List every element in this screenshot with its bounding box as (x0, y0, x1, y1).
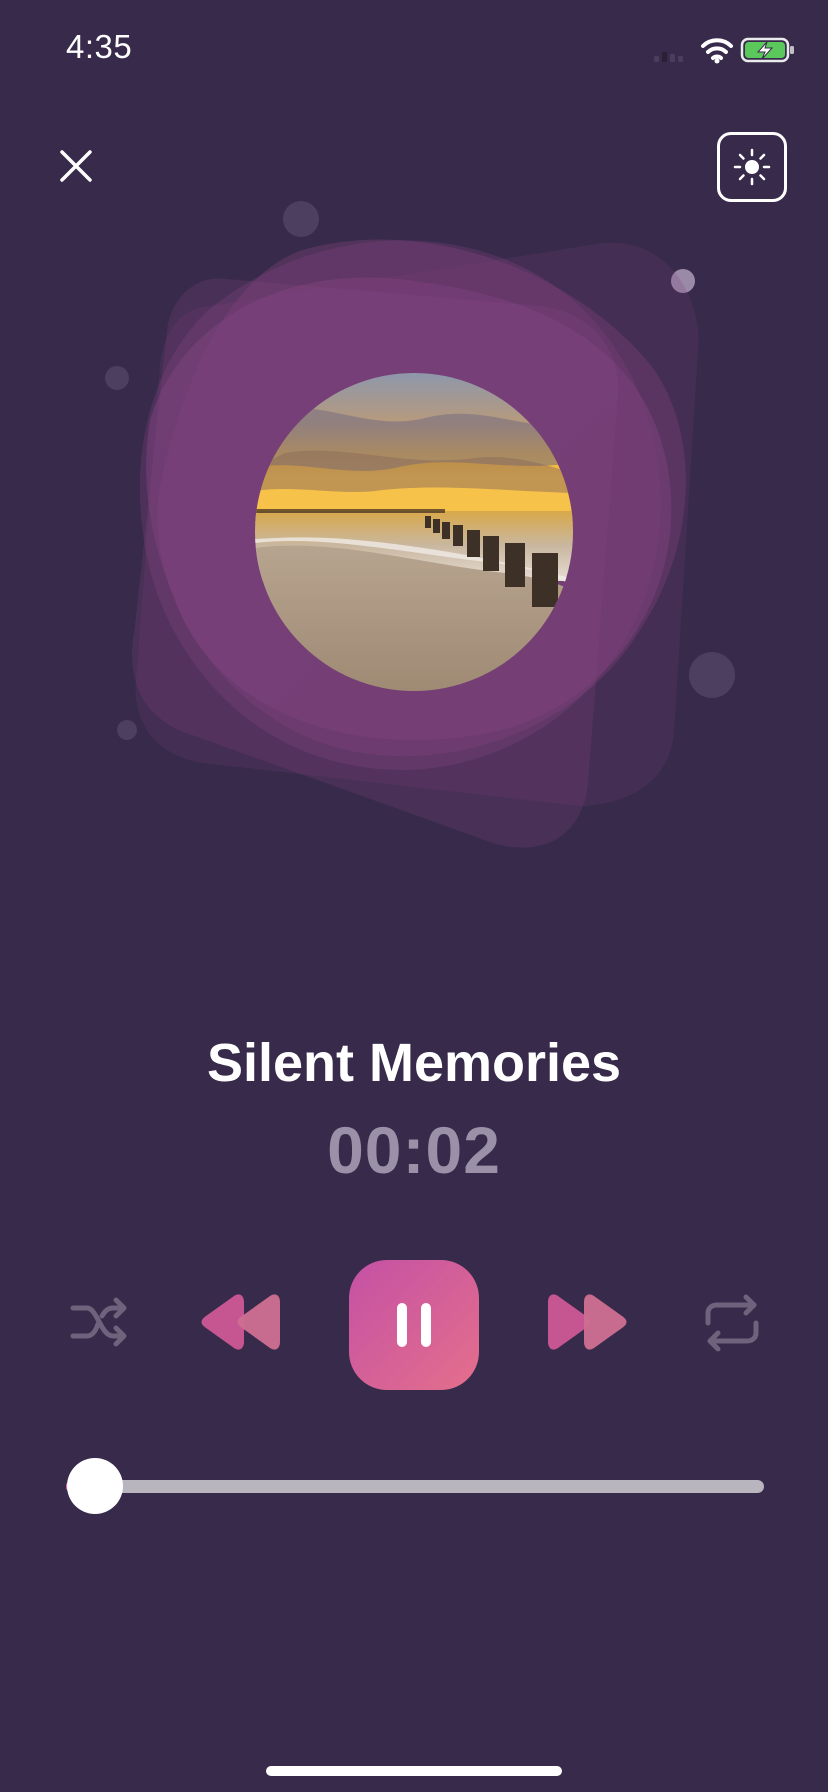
status-time: 4:35 (66, 28, 133, 65)
repeat-icon (705, 1294, 759, 1352)
rewind-icon (201, 1294, 280, 1350)
signal-icon (654, 52, 683, 62)
close-icon (60, 150, 92, 182)
pause-icon (397, 1303, 431, 1347)
fast-forward-button[interactable] (542, 1290, 632, 1354)
shuffle-button[interactable] (64, 1290, 134, 1354)
repeat-button[interactable] (697, 1288, 767, 1358)
track-title: Silent Memories (206, 1033, 622, 1093)
progress-thumb[interactable] (67, 1458, 123, 1514)
battery-charging-icon (740, 37, 794, 63)
progress-bar[interactable] (66, 1480, 764, 1493)
elapsed-time: 00:02 (327, 1113, 501, 1187)
wifi-icon (701, 38, 733, 64)
pause-button[interactable] (349, 1260, 479, 1390)
fast-forward-icon (548, 1294, 627, 1350)
home-indicator (266, 1766, 562, 1776)
shuffle-icon (70, 1297, 127, 1347)
rewind-button[interactable] (196, 1290, 286, 1354)
album-art (255, 373, 573, 691)
